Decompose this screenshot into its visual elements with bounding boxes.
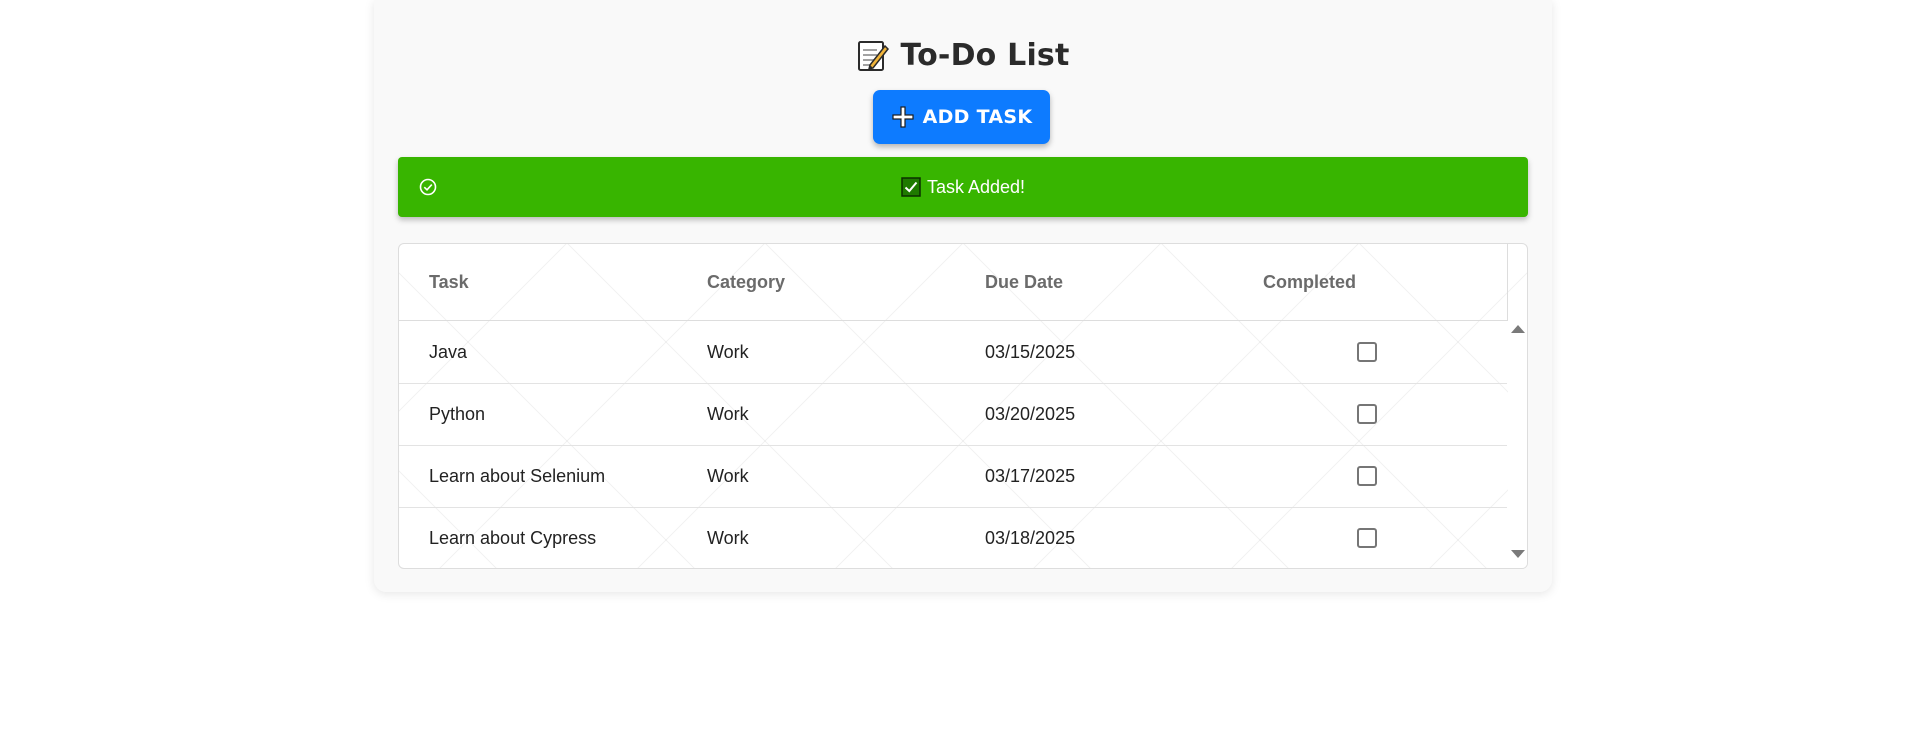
table-header: Task Category Due Date Completed [399,244,1508,321]
table-row[interactable]: Java Work 03/15/2025 [399,321,1507,384]
task-table: Task Category Due Date Completed Java Wo… [398,243,1528,569]
category-cell: Work [707,341,749,362]
column-header-due-date[interactable]: Due Date [985,272,1063,293]
due-date-cell: 03/17/2025 [985,465,1076,486]
checked-box-icon [901,177,921,197]
scroll-up-arrow-icon[interactable] [1511,325,1525,333]
completed-checkbox[interactable] [1357,404,1377,424]
add-task-label: ADD TASK [922,106,1033,128]
completed-checkbox[interactable] [1357,466,1377,486]
task-cell: Learn about Selenium [429,465,606,486]
task-cell: Java [429,341,468,362]
task-cell: Python [429,403,486,424]
success-toast: Task Added! [398,157,1528,217]
category-cell: Work [707,527,749,548]
page-title: To-Do List [900,38,1070,73]
task-cell: Learn about Cypress [429,527,597,548]
due-date-cell: 03/15/2025 [985,341,1076,362]
vertical-scrollbar[interactable] [1508,320,1527,568]
add-task-button[interactable]: ADD TASK [873,90,1050,144]
category-cell: Work [707,403,749,424]
page-header: To-Do List [374,38,1552,73]
plus-icon [891,106,914,128]
category-cell: Work [707,465,749,486]
toast-message-row: Task Added! [398,157,1528,217]
table-row[interactable]: Learn about Selenium Work 03/17/2025 [399,445,1507,508]
due-date-cell: 03/20/2025 [985,403,1076,424]
completed-checkbox[interactable] [1357,528,1377,548]
column-header-completed[interactable]: Completed [1263,272,1356,293]
table-row[interactable]: Python Work 03/20/2025 [399,383,1507,446]
toast-message: Task Added! [926,176,1026,197]
todo-card: To-Do List ADD TASK Task Added! Task Cat… [374,0,1552,592]
column-header-category[interactable]: Category [707,272,785,293]
completed-checkbox[interactable] [1357,342,1377,362]
column-header-task[interactable]: Task [429,272,469,293]
memo-icon [858,40,890,71]
scroll-down-arrow-icon[interactable] [1511,550,1525,558]
due-date-cell: 03/18/2025 [985,527,1076,548]
table-row[interactable]: Learn about Cypress Work 03/18/2025 [399,507,1507,568]
